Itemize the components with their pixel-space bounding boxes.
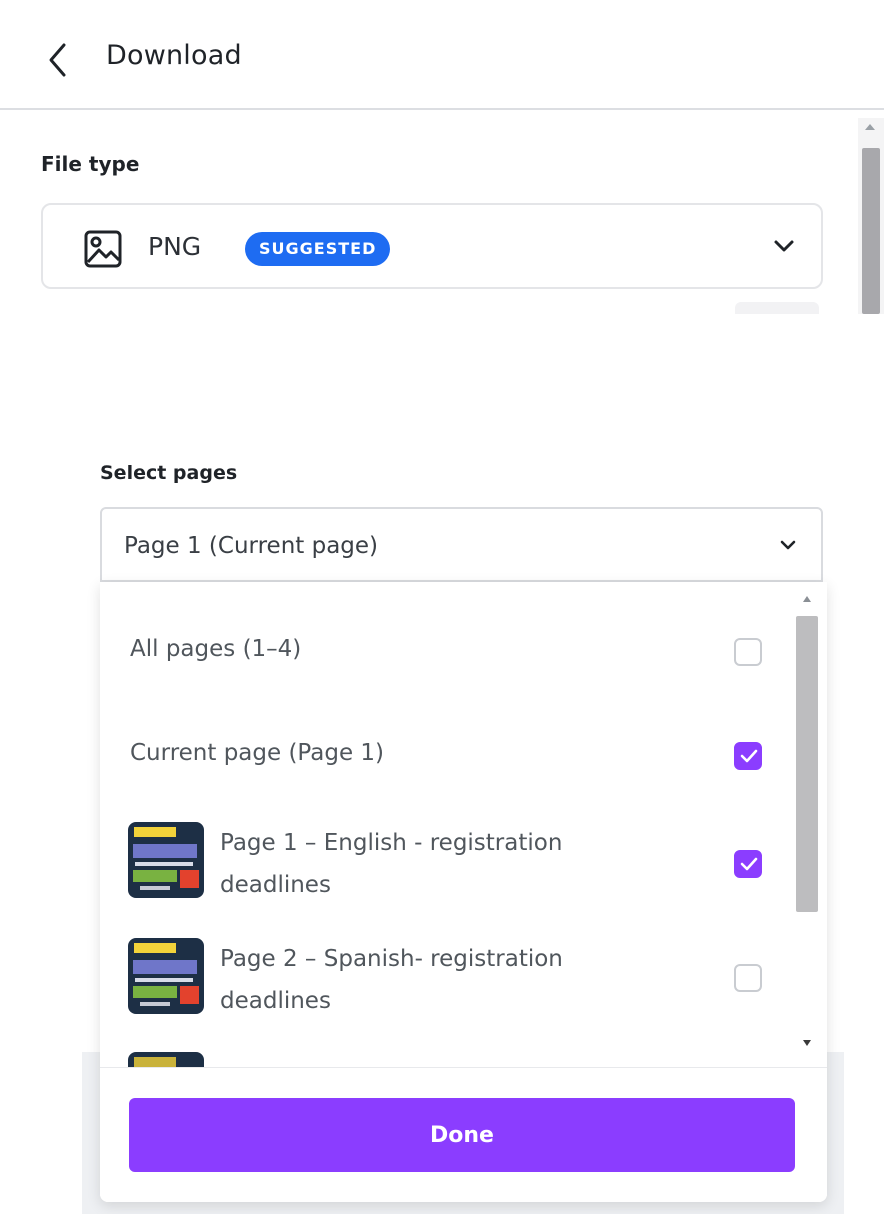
done-button[interactable]: Done bbox=[129, 1098, 795, 1172]
menu-footer: Done bbox=[100, 1067, 827, 1202]
menu-scrollbar[interactable] bbox=[794, 590, 820, 1062]
panel-scrollbar[interactable] bbox=[858, 118, 884, 314]
panel-scroll-thumb[interactable] bbox=[862, 148, 880, 314]
option-label: All pages (1–4) bbox=[130, 636, 302, 662]
select-pages-label: Select pages bbox=[100, 462, 238, 484]
select-pages-menu: All pages (1–4) Current page (Page 1) Pa… bbox=[100, 582, 827, 1202]
checkbox-page-1[interactable] bbox=[734, 850, 762, 878]
checkbox-page-2[interactable] bbox=[734, 964, 762, 992]
scroll-down-arrow-icon[interactable] bbox=[803, 1040, 811, 1046]
page-options-list: All pages (1–4) Current page (Page 1) Pa… bbox=[100, 582, 794, 1067]
page-title: Download bbox=[106, 40, 242, 71]
scroll-up-arrow-icon[interactable] bbox=[865, 124, 875, 130]
option-label: Page 1 – English - registration deadline… bbox=[220, 830, 563, 898]
scroll-up-arrow-icon[interactable] bbox=[803, 596, 811, 602]
file-type-select[interactable]: PNG SUGGESTED bbox=[41, 203, 823, 289]
page-thumbnail bbox=[128, 822, 204, 898]
menu-scroll-thumb[interactable] bbox=[796, 616, 818, 912]
checkmark-icon bbox=[740, 857, 758, 871]
option-page-1[interactable]: Page 1 – English - registration deadline… bbox=[100, 818, 794, 914]
panel-header: Download bbox=[0, 0, 884, 110]
checkbox-current-page[interactable] bbox=[734, 742, 762, 770]
option-label: Page 2 – Spanish- registration deadlines bbox=[220, 946, 563, 1014]
chevron-left-icon bbox=[49, 43, 66, 77]
option-page-2[interactable]: Page 2 – Spanish- registration deadlines bbox=[100, 934, 794, 1030]
option-current-page[interactable]: Current page (Page 1) bbox=[100, 726, 794, 786]
checkbox-all-pages[interactable] bbox=[734, 638, 762, 666]
chevron-down-icon bbox=[780, 540, 796, 550]
download-panel: Download File type PNG SUGGESTED Select … bbox=[0, 0, 884, 1214]
option-all-pages[interactable]: All pages (1–4) bbox=[100, 622, 794, 682]
select-pages-dropdown[interactable]: Page 1 (Current page) bbox=[100, 507, 823, 582]
file-type-label: File type bbox=[41, 152, 140, 176]
file-type-value: PNG bbox=[148, 232, 202, 261]
partially-hidden-control bbox=[735, 302, 819, 314]
select-pages-value: Page 1 (Current page) bbox=[124, 533, 379, 559]
image-icon bbox=[84, 230, 122, 268]
back-button[interactable] bbox=[36, 38, 80, 82]
checkmark-icon bbox=[740, 749, 758, 763]
page-thumbnail-partial bbox=[128, 1052, 204, 1067]
chevron-down-icon bbox=[774, 240, 794, 252]
suggested-badge: SUGGESTED bbox=[245, 232, 391, 266]
page-thumbnail bbox=[128, 938, 204, 1014]
option-label: Current page (Page 1) bbox=[130, 740, 385, 766]
